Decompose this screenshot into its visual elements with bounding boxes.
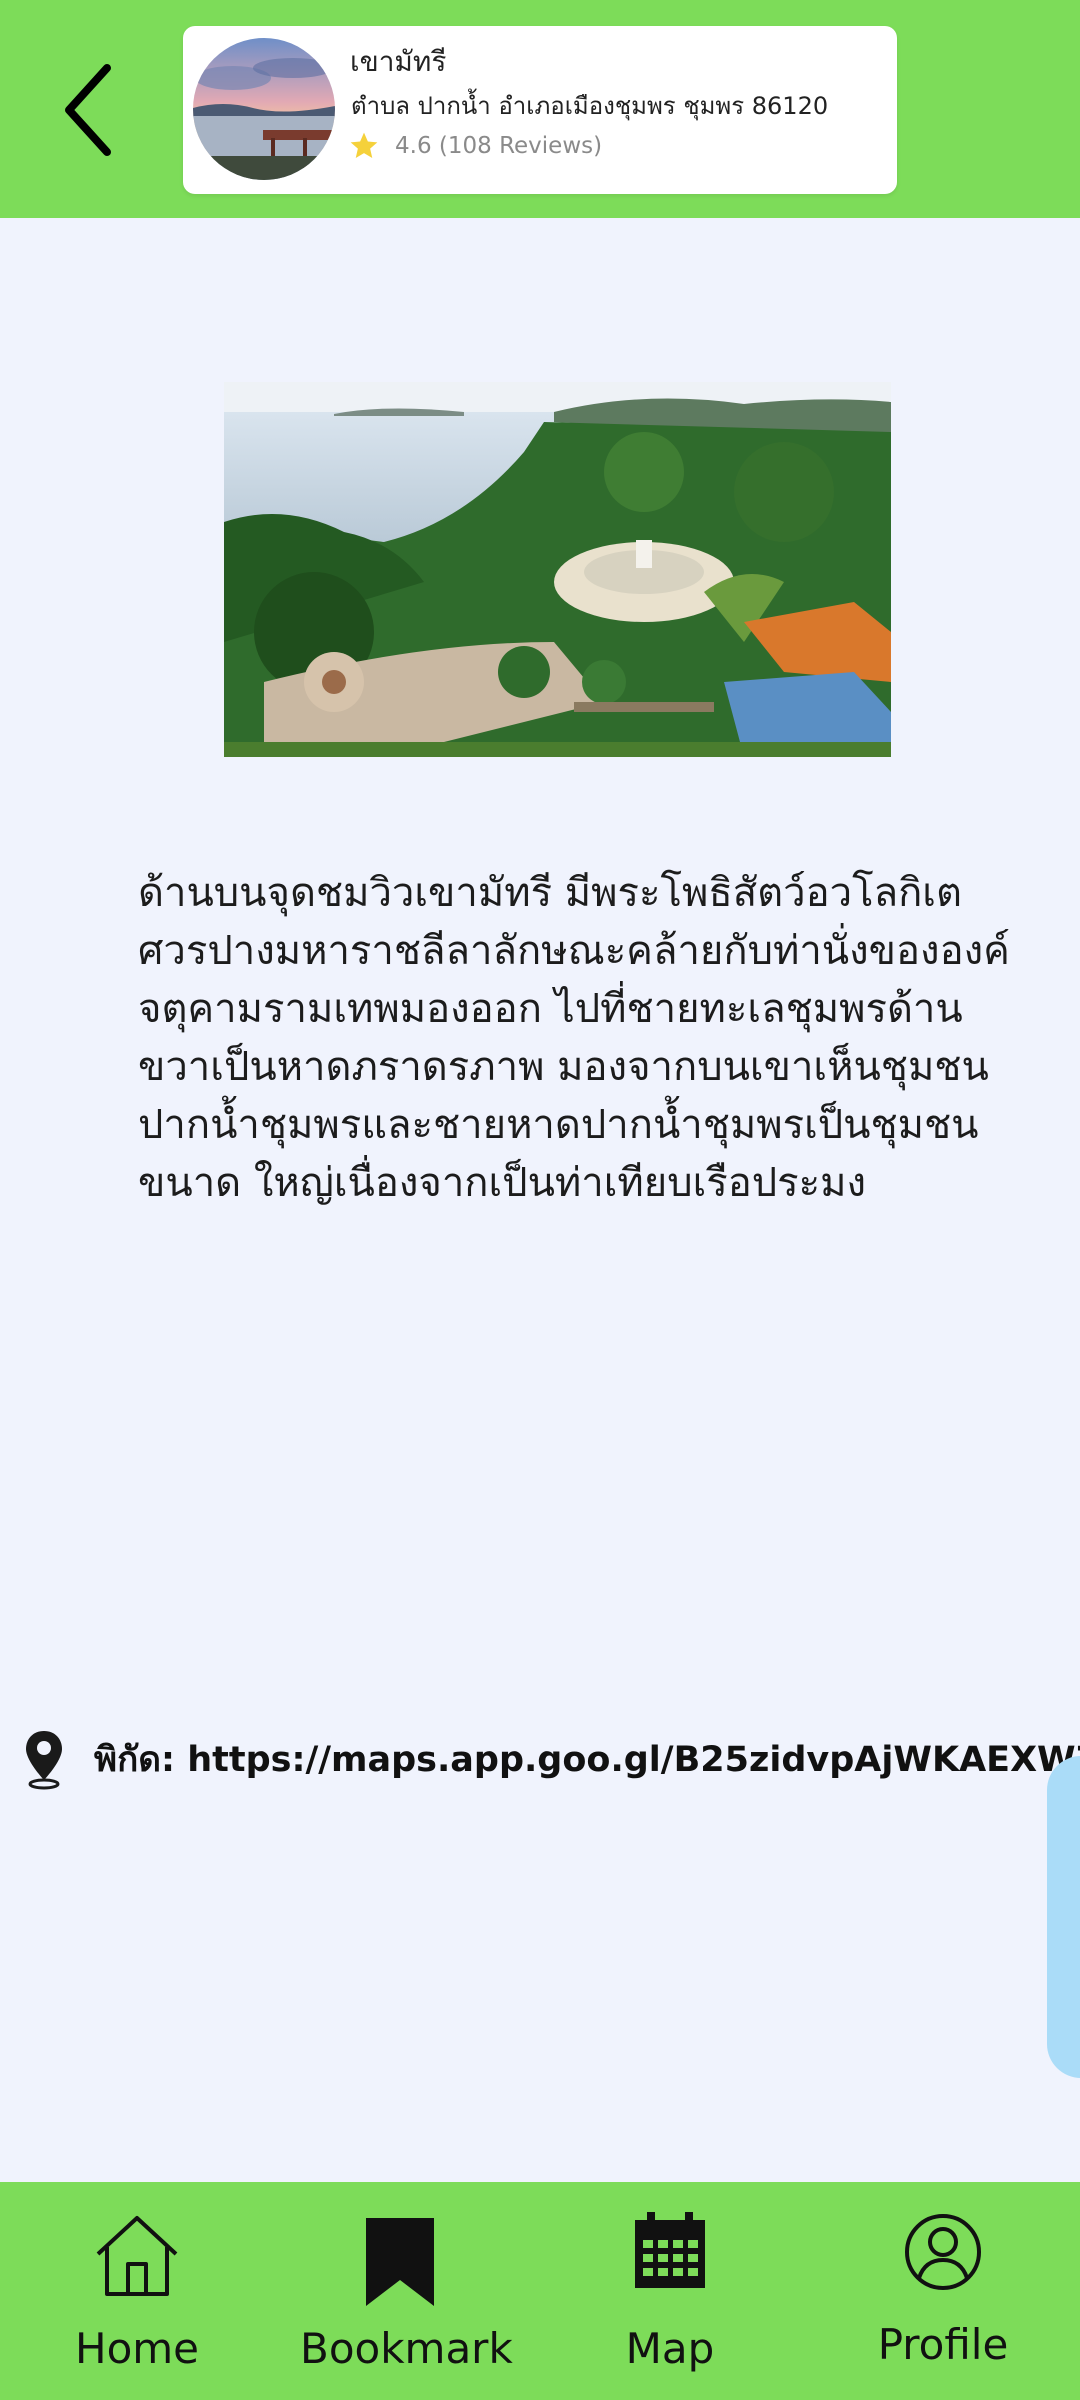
nav-label-home: Home: [74, 2324, 200, 2373]
place-card[interactable]: เขามัทรี ตำบล ปากน้ำ อำเภอเมืองชุมพร ชุม…: [183, 26, 897, 194]
place-name: เขามัทรี: [350, 45, 447, 78]
location-pin-icon: [26, 1731, 62, 1790]
home-icon: [96, 2216, 178, 2296]
nav-item-profile[interactable]: Profile: [868, 2182, 1018, 2400]
back-arrow-icon: [65, 64, 111, 156]
nav-label-map: Map: [625, 2324, 715, 2373]
nav-item-home[interactable]: Home: [62, 2182, 212, 2400]
bookmark-icon: [366, 2218, 434, 2306]
nav-label-profile: Profile: [877, 2320, 1009, 2369]
location-link[interactable]: https://maps.app.goo.gl/B25zidvpAjWKAEXW…: [187, 1740, 1080, 1780]
location-text: พิกัด: https://maps.app.goo.gl/B25zidvpA…: [94, 1732, 1080, 1787]
back-button[interactable]: [44, 50, 134, 170]
nav-item-map[interactable]: Map: [610, 2182, 730, 2400]
rating-text: 4.6 (108 Reviews): [395, 133, 603, 159]
location-label: พิกัด:: [94, 1739, 175, 1780]
scroll-handle[interactable]: [1047, 1756, 1080, 2078]
bottom-nav: Home Bookmark Map Profile: [0, 2182, 1080, 2400]
user-icon: [905, 2214, 981, 2290]
location-row: พิกัด: https://maps.app.goo.gl/B25zidvpA…: [22, 1724, 1080, 1794]
place-description: ด้านบนจุดชมวิวเขามัทรี มีพระโพธิสัตว์อวโ…: [138, 870, 1010, 1206]
place-thumbnail: [193, 38, 335, 180]
top-bar: เขามัทรี ตำบล ปากน้ำ อำเภอเมืองชุมพร ชุม…: [0, 0, 1080, 218]
hero-image: [224, 382, 891, 757]
rating-row: 4.6 (108 Reviews): [347, 130, 602, 162]
star-icon: [350, 132, 378, 158]
nav-label-bookmark: Bookmark: [300, 2324, 513, 2373]
nav-item-bookmark[interactable]: Bookmark: [300, 2182, 513, 2400]
calendar-icon: [635, 2212, 705, 2288]
place-address: ตำบล ปากน้ำ อำเภอเมืองชุมพร ชุมพร 86120: [351, 92, 829, 120]
